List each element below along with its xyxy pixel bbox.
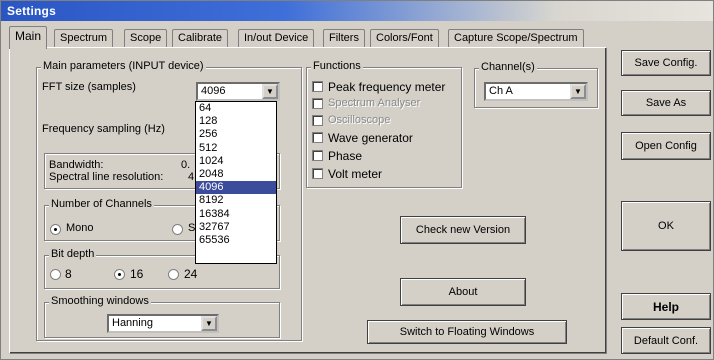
fft-option-256[interactable]: 256 bbox=[196, 128, 276, 141]
channel-value: Ch A bbox=[489, 85, 513, 97]
fft-option-64[interactable]: 64 bbox=[196, 102, 276, 115]
smoothing-value: Hanning bbox=[112, 317, 153, 329]
phase-label: Phase bbox=[328, 149, 363, 163]
tab-filters[interactable]: Filters bbox=[323, 29, 365, 48]
ok-button[interactable]: OK bbox=[621, 201, 711, 251]
about-button[interactable]: About bbox=[400, 278, 526, 306]
fft-option-65536[interactable]: 65536 bbox=[196, 234, 276, 247]
main-parameters-title: Main parameters (INPUT device) bbox=[41, 60, 206, 72]
tab-inout-device[interactable]: In/out Device bbox=[238, 29, 315, 48]
channels-title: Number of Channels bbox=[49, 198, 154, 210]
fft-option-1024[interactable]: 1024 bbox=[196, 155, 276, 168]
wave-generator-checkbox[interactable] bbox=[312, 132, 323, 143]
channels-select-title: Channel(s) bbox=[479, 61, 537, 73]
fft-size-label: FFT size (samples) bbox=[42, 81, 136, 93]
open-config-button[interactable]: Open Config bbox=[621, 132, 711, 160]
smoothing-title: Smoothing windows bbox=[49, 295, 151, 307]
check-new-version-button[interactable]: Check new Version bbox=[400, 216, 526, 244]
help-button[interactable]: Help bbox=[621, 293, 711, 320]
fft-option-4096[interactable]: 4096 bbox=[196, 181, 276, 195]
chevron-down-icon[interactable]: ▼ bbox=[570, 84, 586, 99]
save-as-button[interactable]: Save As bbox=[621, 90, 711, 116]
fft-option-16384[interactable]: 16384 bbox=[196, 208, 276, 221]
wave-generator-label: Wave generator bbox=[328, 131, 413, 145]
tab-calibrate[interactable]: Calibrate bbox=[172, 29, 229, 48]
stereo-radio[interactable] bbox=[172, 224, 183, 235]
window-title: Settings bbox=[1, 1, 713, 21]
chevron-down-icon[interactable]: ▼ bbox=[201, 316, 217, 331]
fft-option-8192[interactable]: 8192 bbox=[196, 194, 276, 207]
volt-meter-label: Volt meter bbox=[328, 167, 383, 181]
tab-colors-font[interactable]: Colors/Font bbox=[370, 29, 439, 48]
bit-depth-24-radio[interactable] bbox=[168, 269, 179, 280]
fft-option-32767[interactable]: 32767 bbox=[196, 221, 276, 234]
bit-depth-16-label: 16 bbox=[130, 267, 144, 281]
functions-title: Functions bbox=[311, 60, 363, 72]
volt-meter-checkbox[interactable] bbox=[312, 168, 323, 179]
mono-label: Mono bbox=[66, 222, 94, 234]
smoothing-select[interactable]: Hanning ▼ bbox=[107, 314, 219, 333]
bit-depth-24-label: 24 bbox=[184, 267, 198, 281]
phase-checkbox[interactable] bbox=[312, 150, 323, 161]
fft-size-value: 4096 bbox=[201, 85, 226, 97]
frequency-sampling-label: Frequency sampling (Hz) bbox=[42, 123, 165, 135]
fft-size-dropdown-list[interactable]: 64 128 256 512 1024 2048 4096 8192 16384… bbox=[195, 101, 277, 264]
tab-main[interactable]: Main bbox=[9, 26, 48, 49]
spectrum-analyser-label: Spectrum Analyser bbox=[328, 97, 421, 109]
bit-depth-16-radio[interactable] bbox=[114, 269, 125, 280]
spectral-resolution-label: Spectral line resolution: bbox=[49, 171, 164, 183]
tab-spectrum[interactable]: Spectrum bbox=[54, 29, 114, 48]
bit-depth-title: Bit depth bbox=[49, 248, 97, 260]
oscilloscope-checkbox bbox=[312, 115, 323, 126]
chevron-down-icon[interactable]: ▼ bbox=[262, 84, 278, 99]
channel-select[interactable]: Ch A ▼ bbox=[484, 82, 588, 101]
oscilloscope-label: Oscilloscope bbox=[328, 114, 391, 126]
tab-scope[interactable]: Scope bbox=[124, 29, 168, 48]
bandwidth-value: 0. bbox=[181, 159, 191, 171]
fft-option-128[interactable]: 128 bbox=[196, 115, 276, 128]
switch-floating-windows-button[interactable]: Switch to Floating Windows bbox=[367, 320, 567, 344]
mono-radio[interactable] bbox=[50, 224, 61, 235]
bandwidth-label: Bandwidth: bbox=[49, 159, 104, 171]
peak-frequency-label: Peak frequency meter bbox=[328, 80, 446, 94]
peak-frequency-checkbox[interactable] bbox=[312, 81, 323, 92]
fft-option-2048[interactable]: 2048 bbox=[196, 168, 276, 181]
fft-option-512[interactable]: 512 bbox=[196, 142, 276, 155]
bit-depth-8-radio[interactable] bbox=[50, 269, 61, 280]
default-conf-button[interactable]: Default Conf. bbox=[621, 327, 711, 354]
save-config-button[interactable]: Save Config. bbox=[621, 50, 711, 76]
main-tab-panel: Main parameters (INPUT device) FFT size … bbox=[9, 47, 607, 354]
tab-capture[interactable]: Capture Scope/Spectrum bbox=[448, 29, 584, 48]
spectral-resolution-value: 4 bbox=[188, 171, 195, 183]
bit-depth-8-label: 8 bbox=[65, 267, 72, 281]
settings-window: Settings Main Spectrum Scope Calibrate I… bbox=[0, 0, 714, 360]
spectrum-analyser-checkbox bbox=[312, 98, 323, 109]
fft-size-select[interactable]: 4096 ▼ bbox=[196, 82, 280, 101]
